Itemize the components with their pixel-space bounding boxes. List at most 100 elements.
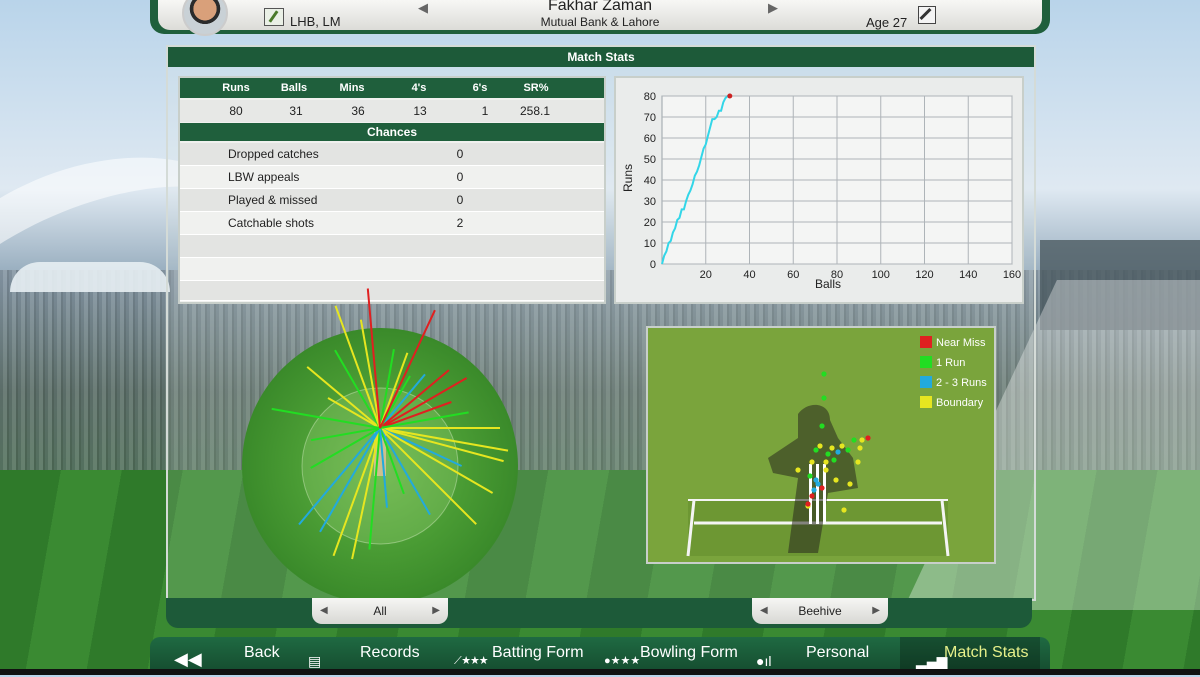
chance-row-empty (180, 258, 604, 281)
value-balls: 31 (289, 104, 303, 118)
view-filter-bar (166, 598, 1032, 628)
y-tick-label: 30 (644, 196, 656, 208)
edit-icon[interactable] (918, 6, 936, 24)
nav-bowling-form[interactable]: ●★★★ Bowling Form (600, 637, 750, 669)
ball-dot (865, 435, 871, 441)
ball-dot (815, 481, 821, 487)
runs-balls-chart: 20 40 60 80 100 120 140 16001020304050607080 Ru… (616, 78, 1022, 302)
x-tick-label: 40 (743, 269, 755, 281)
value-mins: 36 (351, 104, 365, 118)
view-mode-value: Beehive (798, 604, 842, 618)
legend-boundary: Boundary (936, 397, 984, 409)
legend-one-run: 1 Run (936, 357, 965, 369)
header-fours: 4's (411, 82, 427, 94)
ball-dot (859, 437, 865, 443)
ball-dot (835, 449, 841, 455)
ball-dot (819, 423, 825, 429)
header-mins: Mins (339, 82, 365, 94)
legend-swatch-two-three-runs (920, 376, 932, 388)
chance-row-empty (180, 281, 604, 301)
ball-dot (841, 507, 847, 513)
chevron-left-icon[interactable]: ◀ (760, 598, 768, 624)
x-tick-label: 160 (1003, 269, 1021, 281)
header-sixes: 6's (472, 82, 488, 94)
ball-dot (819, 485, 825, 491)
nav-personal[interactable]: ●ıl Personal (750, 637, 900, 669)
ball-dot (831, 457, 837, 463)
legend-swatch-boundary (920, 396, 932, 408)
player-team: Mutual Bank & Lahore (540, 15, 660, 29)
chance-row: LBW appeals 0 (180, 166, 604, 189)
chance-value: 0 (456, 147, 464, 161)
batting-style: LHB, LM (290, 14, 341, 29)
chances-header: Chances (180, 123, 604, 141)
screen-edge (0, 669, 1200, 675)
value-runs: 80 (229, 104, 243, 118)
beehive-panel: Near Miss 1 Run 2 - 3 Runs Boundary (646, 326, 996, 564)
wagon-wheel (238, 288, 524, 604)
value-strike-rate: 258.1 (519, 104, 551, 118)
chance-label: LBW appeals (228, 170, 300, 184)
y-tick-label: 80 (644, 91, 656, 103)
y-tick-label: 20 (644, 217, 656, 229)
ball-dot (847, 481, 853, 487)
panel-title: Match Stats (168, 47, 1034, 67)
ball-dot (825, 451, 831, 457)
ball-dot (807, 473, 813, 479)
nav-records-label: Records (360, 644, 420, 661)
chance-value: 0 (456, 193, 464, 207)
x-tick-label: 100 (872, 269, 890, 281)
ball-dot (811, 487, 817, 493)
ball-dot (795, 467, 801, 473)
ball-dot (839, 443, 845, 449)
chance-row: Catchable shots 2 (180, 212, 604, 235)
player-name: Fakhar Zaman (547, 0, 653, 14)
ball-dot (845, 447, 851, 453)
ball-dot (851, 437, 857, 443)
x-tick-label: 140 (959, 269, 977, 281)
legend-swatch-near-miss (920, 336, 932, 348)
nav-back-label: Back (244, 644, 280, 661)
chevron-right-icon[interactable]: ▶ (432, 598, 440, 624)
ball-dot (821, 395, 827, 401)
nav-back[interactable]: ◀◀ Back (170, 637, 300, 669)
shot-filter-dropdown[interactable]: ◀ All ▶ (312, 598, 448, 624)
x-tick-label: 120 (915, 269, 933, 281)
chance-value: 0 (456, 170, 464, 184)
ball-dot (855, 459, 861, 465)
bottom-navigation: ◀◀ Back ▤ Records ⟋★★★ Batting Form ●★★★… (150, 637, 1050, 669)
y-tick-label: 0 (650, 259, 656, 271)
runs-chart-panel: 20 40 60 80 100 120 140 160 0 10 20 30 40 50 60 70 80 Ru… (614, 76, 1024, 304)
y-tick-label: 10 (644, 238, 656, 250)
ball-dot (817, 443, 823, 449)
legend-near-miss: Near Miss (936, 337, 986, 349)
stats-values-row: 80 31 36 13 1 258.1 (180, 100, 604, 122)
x-axis-label: Balls (815, 277, 841, 291)
y-tick-label: 70 (644, 112, 656, 124)
view-mode-dropdown[interactable]: ◀ Beehive ▶ (752, 598, 888, 624)
chance-row: Played & missed 0 (180, 189, 604, 212)
ball-dot (829, 445, 835, 451)
ball-dot (857, 445, 863, 451)
chance-label: Dropped catches (228, 147, 319, 161)
nav-bowling-form-label: Bowling Form (640, 644, 738, 661)
nav-batting-form[interactable]: ⟋★★★ Batting Form (450, 637, 600, 669)
chance-value: 2 (456, 216, 464, 230)
chance-label: Catchable shots (228, 216, 315, 230)
ball-dot (833, 477, 839, 483)
ball-dot (823, 459, 829, 465)
chevron-left-icon[interactable]: ◀ (320, 598, 328, 624)
chevron-right-icon[interactable]: ▶ (872, 598, 880, 624)
stump (816, 464, 819, 524)
nav-match-stats[interactable]: ▂▄▆ Match Stats (900, 637, 1040, 669)
chance-row-empty (180, 235, 604, 258)
nav-records[interactable]: ▤ Records (300, 637, 450, 669)
header-strike-rate: SR% (523, 82, 549, 94)
previous-player-arrow[interactable]: ◀ (418, 0, 428, 16)
next-player-arrow[interactable]: ▶ (768, 0, 778, 16)
shot-filter-value: All (373, 604, 387, 618)
x-tick-label: 20 (700, 269, 712, 281)
header-balls: Balls (280, 82, 308, 94)
ball-dot (809, 493, 815, 499)
value-fours: 13 (413, 104, 427, 118)
